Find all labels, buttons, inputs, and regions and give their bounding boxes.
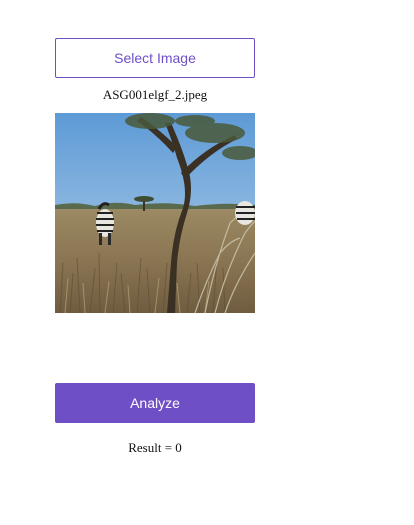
result-text: Result = 0 <box>128 440 182 455</box>
image-preview <box>55 113 255 313</box>
selected-filename: ASG001elgf_2.jpeg <box>102 87 208 102</box>
analyze-button[interactable]: Analyze <box>55 383 255 423</box>
select-image-button[interactable]: Select Image <box>55 38 255 78</box>
savanna-photo <box>55 113 255 313</box>
